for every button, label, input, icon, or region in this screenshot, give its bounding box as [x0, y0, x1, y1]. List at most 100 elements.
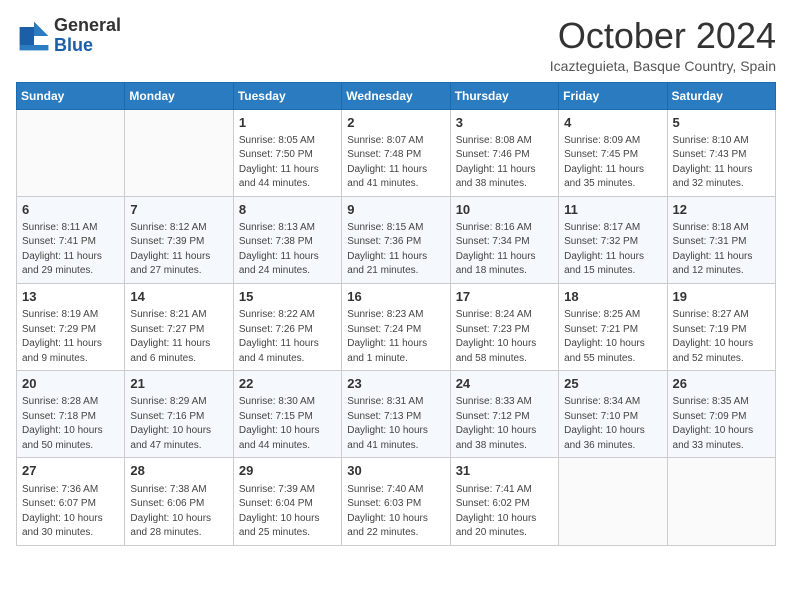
- calendar-cell: 12Sunrise: 8:18 AMSunset: 7:31 PMDayligh…: [667, 196, 775, 283]
- day-info: Sunrise: 7:41 AMSunset: 6:02 PMDaylight:…: [456, 483, 553, 541]
- day-number: 31: [456, 462, 553, 480]
- column-header-sunday: Sunday: [17, 82, 125, 109]
- day-number: 16: [347, 288, 444, 306]
- day-number: 2: [347, 114, 444, 132]
- column-header-wednesday: Wednesday: [342, 82, 450, 109]
- column-header-monday: Monday: [125, 82, 233, 109]
- logo: General Blue: [16, 16, 121, 56]
- day-info: Sunrise: 8:31 AMSunset: 7:13 PMDaylight:…: [347, 395, 444, 453]
- calendar-week-2: 6 Sunrise: 8:11 AMSunset: 7:41 PMDaylight…: [17, 196, 776, 283]
- day-number: 28: [130, 462, 227, 480]
- day-number: 18: [564, 288, 661, 306]
- day-number: 22: [239, 375, 336, 393]
- calendar-cell: 27 Sunrise: 7:36 AMSunset: 6:07 PMDayligh…: [17, 458, 125, 545]
- calendar-table: SundayMondayTuesdayWednesdayThursdayFrid…: [16, 82, 776, 546]
- day-number: 4: [564, 114, 661, 132]
- calendar-cell: [559, 458, 667, 545]
- calendar-cell: 9 Sunrise: 8:15 AMSunset: 7:36 PMDaylight…: [342, 196, 450, 283]
- calendar-cell: 28 Sunrise: 7:38 AMSunset: 6:06 PMDayligh…: [125, 458, 233, 545]
- day-info: Sunrise: 8:25 AMSunset: 7:21 PMDaylight:…: [564, 308, 661, 366]
- day-number: 6: [22, 201, 119, 219]
- calendar-cell: 17 Sunrise: 8:24 AMSunset: 7:23 PMDayligh…: [450, 283, 558, 370]
- calendar-cell: 15 Sunrise: 8:22 AMSunset: 7:26 PMDayligh…: [233, 283, 341, 370]
- day-info: Sunrise: 8:12 AMSunset: 7:39 PMDaylight:…: [130, 221, 227, 279]
- calendar-week-1: 1Sunrise: 8:05 AMSunset: 7:50 PMDaylight…: [17, 109, 776, 196]
- day-number: 11: [564, 201, 661, 219]
- day-number: 3: [456, 114, 553, 132]
- page-header: General Blue October 2024 Icazteguieta, …: [16, 16, 776, 74]
- day-number: 13: [22, 288, 119, 306]
- day-info: Sunrise: 8:34 AMSunset: 7:10 PMDaylight:…: [564, 395, 661, 453]
- day-number: 27: [22, 462, 119, 480]
- day-info: Sunrise: 8:15 AMSunset: 7:36 PMDaylight:…: [347, 221, 444, 279]
- calendar-cell: 14Sunrise: 8:21 AMSunset: 7:27 PMDayligh…: [125, 283, 233, 370]
- calendar-cell: 22 Sunrise: 8:30 AMSunset: 7:15 PMDayligh…: [233, 371, 341, 458]
- logo-icon: [16, 18, 52, 54]
- calendar-week-5: 27 Sunrise: 7:36 AMSunset: 6:07 PMDayligh…: [17, 458, 776, 545]
- day-info: Sunrise: 8:30 AMSunset: 7:15 PMDaylight:…: [239, 395, 336, 453]
- day-info: Sunrise: 8:23 AMSunset: 7:24 PMDaylight:…: [347, 308, 444, 366]
- day-number: 17: [456, 288, 553, 306]
- day-info: Sunrise: 7:39 AMSunset: 6:04 PMDaylight:…: [239, 483, 336, 541]
- calendar-cell: 8Sunrise: 8:13 AMSunset: 7:38 PMDaylight…: [233, 196, 341, 283]
- day-info: Sunrise: 7:36 AMSunset: 6:07 PMDaylight:…: [22, 483, 119, 541]
- day-number: 5: [673, 114, 770, 132]
- calendar-cell: 4Sunrise: 8:09 AMSunset: 7:45 PMDaylight…: [559, 109, 667, 196]
- day-number: 14: [130, 288, 227, 306]
- column-header-thursday: Thursday: [450, 82, 558, 109]
- day-info: Sunrise: 8:07 AMSunset: 7:48 PMDaylight:…: [347, 134, 444, 192]
- day-info: Sunrise: 8:22 AMSunset: 7:26 PMDaylight:…: [239, 308, 336, 366]
- location-label: Icazteguieta, Basque Country, Spain: [550, 58, 776, 74]
- calendar-cell: 11 Sunrise: 8:17 AMSunset: 7:32 PMDayligh…: [559, 196, 667, 283]
- day-number: 15: [239, 288, 336, 306]
- day-info: Sunrise: 8:18 AMSunset: 7:31 PMDaylight:…: [673, 221, 770, 279]
- calendar-cell: 21 Sunrise: 8:29 AMSunset: 7:16 PMDayligh…: [125, 371, 233, 458]
- calendar-cell: 23 Sunrise: 8:31 AMSunset: 7:13 PMDayligh…: [342, 371, 450, 458]
- day-number: 26: [673, 375, 770, 393]
- day-info: Sunrise: 8:35 AMSunset: 7:09 PMDaylight:…: [673, 395, 770, 453]
- calendar-cell: 19 Sunrise: 8:27 AMSunset: 7:19 PMDayligh…: [667, 283, 775, 370]
- calendar-week-4: 20 Sunrise: 8:28 AMSunset: 7:18 PMDayligh…: [17, 371, 776, 458]
- calendar-cell: 2 Sunrise: 8:07 AMSunset: 7:48 PMDaylight…: [342, 109, 450, 196]
- day-number: 7: [130, 201, 227, 219]
- day-number: 30: [347, 462, 444, 480]
- day-info: Sunrise: 8:17 AMSunset: 7:32 PMDaylight:…: [564, 221, 661, 279]
- calendar-cell: [667, 458, 775, 545]
- day-info: Sunrise: 8:29 AMSunset: 7:16 PMDaylight:…: [130, 395, 227, 453]
- day-number: 10: [456, 201, 553, 219]
- calendar-cell: 25Sunrise: 8:34 AMSunset: 7:10 PMDayligh…: [559, 371, 667, 458]
- day-number: 21: [130, 375, 227, 393]
- calendar-cell: 24Sunrise: 8:33 AMSunset: 7:12 PMDayligh…: [450, 371, 558, 458]
- day-info: Sunrise: 8:11 AMSunset: 7:41 PMDaylight:…: [22, 221, 119, 279]
- logo-line2: Blue: [54, 35, 93, 55]
- column-header-friday: Friday: [559, 82, 667, 109]
- day-info: Sunrise: 8:28 AMSunset: 7:18 PMDaylight:…: [22, 395, 119, 453]
- calendar-cell: 6 Sunrise: 8:11 AMSunset: 7:41 PMDaylight…: [17, 196, 125, 283]
- calendar-cell: 20 Sunrise: 8:28 AMSunset: 7:18 PMDayligh…: [17, 371, 125, 458]
- day-info: Sunrise: 8:16 AMSunset: 7:34 PMDaylight:…: [456, 221, 553, 279]
- day-number: 9: [347, 201, 444, 219]
- day-number: 29: [239, 462, 336, 480]
- day-info: Sunrise: 8:08 AMSunset: 7:46 PMDaylight:…: [456, 134, 553, 192]
- day-number: 20: [22, 375, 119, 393]
- day-info: Sunrise: 8:13 AMSunset: 7:38 PMDaylight:…: [239, 221, 336, 279]
- calendar-cell: 16 Sunrise: 8:23 AMSunset: 7:24 PMDayligh…: [342, 283, 450, 370]
- day-info: Sunrise: 8:24 AMSunset: 7:23 PMDaylight:…: [456, 308, 553, 366]
- day-info: Sunrise: 7:38 AMSunset: 6:06 PMDaylight:…: [130, 483, 227, 541]
- column-header-tuesday: Tuesday: [233, 82, 341, 109]
- calendar-cell: [17, 109, 125, 196]
- day-info: Sunrise: 8:05 AMSunset: 7:50 PMDaylight:…: [239, 134, 336, 192]
- calendar-cell: 10 Sunrise: 8:16 AMSunset: 7:34 PMDayligh…: [450, 196, 558, 283]
- day-info: Sunrise: 8:33 AMSunset: 7:12 PMDaylight:…: [456, 395, 553, 453]
- calendar-cell: [125, 109, 233, 196]
- day-info: Sunrise: 8:19 AMSunset: 7:29 PMDaylight:…: [22, 308, 119, 366]
- calendar-week-3: 13 Sunrise: 8:19 AMSunset: 7:29 PMDayligh…: [17, 283, 776, 370]
- calendar-cell: 13 Sunrise: 8:19 AMSunset: 7:29 PMDayligh…: [17, 283, 125, 370]
- logo-line1: General: [54, 15, 121, 35]
- day-number: 23: [347, 375, 444, 393]
- day-info: Sunrise: 8:27 AMSunset: 7:19 PMDaylight:…: [673, 308, 770, 366]
- month-title: October 2024: [550, 16, 776, 56]
- column-header-saturday: Saturday: [667, 82, 775, 109]
- calendar-cell: 30Sunrise: 7:40 AMSunset: 6:03 PMDayligh…: [342, 458, 450, 545]
- day-number: 19: [673, 288, 770, 306]
